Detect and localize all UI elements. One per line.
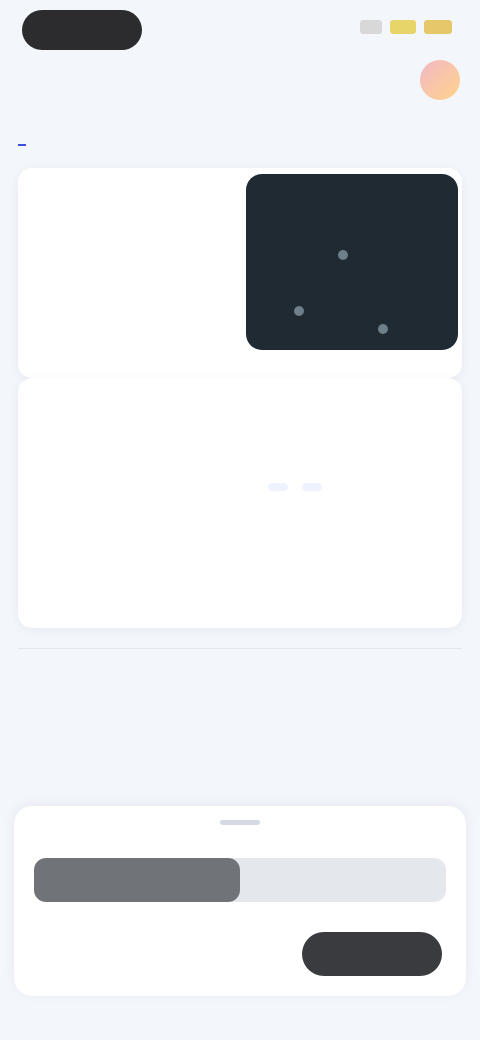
tab-4[interactable]	[154, 132, 162, 146]
bottom-sheet	[14, 806, 466, 996]
dot-icon	[294, 306, 304, 316]
details-right	[268, 478, 458, 506]
tab-3[interactable]	[120, 132, 128, 146]
dot-icon	[378, 324, 388, 334]
dot-icon	[338, 250, 348, 260]
sheet-handle[interactable]	[220, 820, 260, 825]
divider	[18, 648, 462, 649]
primary-button[interactable]	[302, 932, 442, 976]
details-left	[40, 506, 104, 520]
status-icons	[360, 20, 452, 34]
battery-icon	[424, 20, 452, 34]
status-pill	[22, 10, 142, 50]
tab-1[interactable]	[52, 132, 60, 146]
details-card[interactable]	[18, 378, 462, 628]
progress-track	[34, 858, 446, 902]
details-pill-2[interactable]	[301, 483, 322, 491]
signal-icon	[360, 20, 382, 34]
tab-0[interactable]	[18, 132, 26, 146]
media-panel[interactable]	[246, 174, 458, 350]
summary-card[interactable]	[18, 168, 462, 378]
progress-fill	[34, 858, 240, 902]
details-pill-1[interactable]	[268, 483, 288, 491]
avatar[interactable]	[420, 60, 460, 100]
tab-bar	[18, 132, 462, 146]
wifi-icon	[390, 20, 416, 34]
tab-2[interactable]	[86, 132, 94, 146]
details-right-pills	[268, 478, 458, 494]
